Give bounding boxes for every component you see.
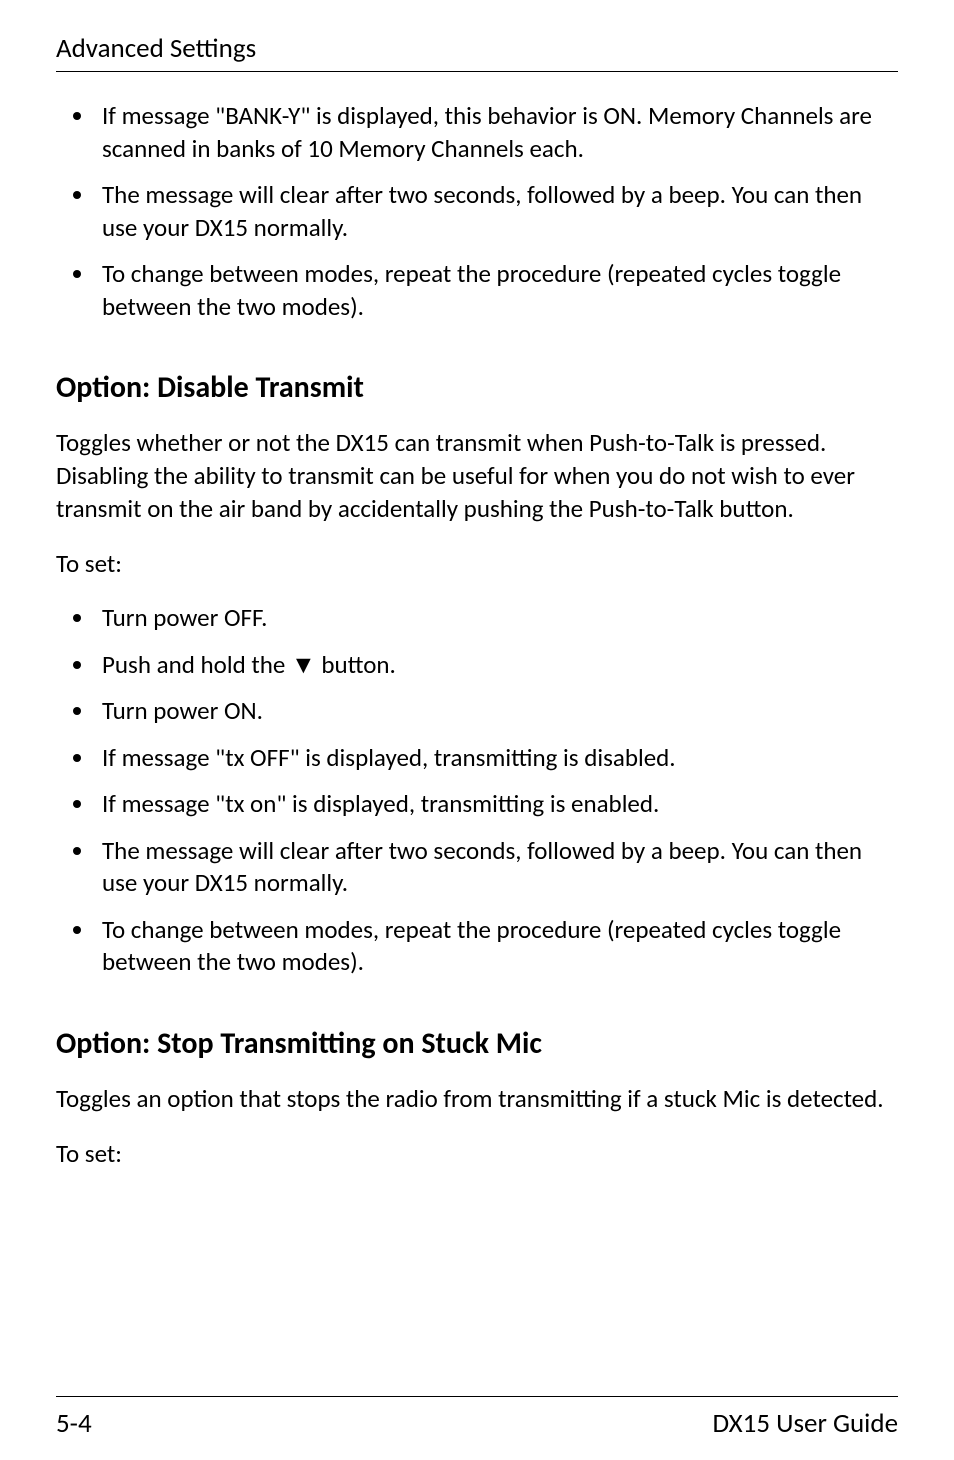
continued-bullet-list: If message "BANK-Y" is displayed, this b… (56, 100, 898, 323)
list-item: If message "tx on" is displayed, transmi… (96, 788, 898, 821)
list-item: Turn power ON. (96, 695, 898, 728)
list-item: To change between modes, repeat the proc… (96, 258, 898, 323)
section-heading-disable-transmit: Option: Disable Transmit (56, 369, 898, 406)
section2-toset: To set: (56, 1137, 898, 1170)
section2-paragraph: Toggles an option that stops the radio f… (56, 1082, 898, 1115)
body-content: If message "BANK-Y" is displayed, this b… (56, 100, 898, 1396)
list-item: To change between modes, repeat the proc… (96, 914, 898, 979)
running-header: Advanced Settings (56, 32, 898, 65)
list-item: If message "tx OFF" is displayed, transm… (96, 742, 898, 775)
section1-paragraph: Toggles whether or not the DX15 can tran… (56, 426, 898, 525)
header-rule (56, 71, 898, 72)
doc-title: DX15 User Guide (712, 1407, 898, 1440)
list-item: The message will clear after two seconds… (96, 835, 898, 900)
list-item: If message "BANK-Y" is displayed, this b… (96, 100, 898, 165)
section1-bullet-list: Turn power OFF. Push and hold the ▼ butt… (56, 602, 898, 979)
page-number: 5-4 (56, 1407, 92, 1440)
footer-rule (56, 1396, 898, 1397)
footer: 5-4 DX15 User Guide (56, 1396, 898, 1440)
section-heading-stuck-mic: Option: Stop Transmitting on Stuck Mic (56, 1025, 898, 1062)
list-item: The message will clear after two seconds… (96, 179, 898, 244)
list-item: Push and hold the ▼ button. (96, 649, 898, 682)
section1-toset: To set: (56, 547, 898, 580)
list-item: Turn power OFF. (96, 602, 898, 635)
